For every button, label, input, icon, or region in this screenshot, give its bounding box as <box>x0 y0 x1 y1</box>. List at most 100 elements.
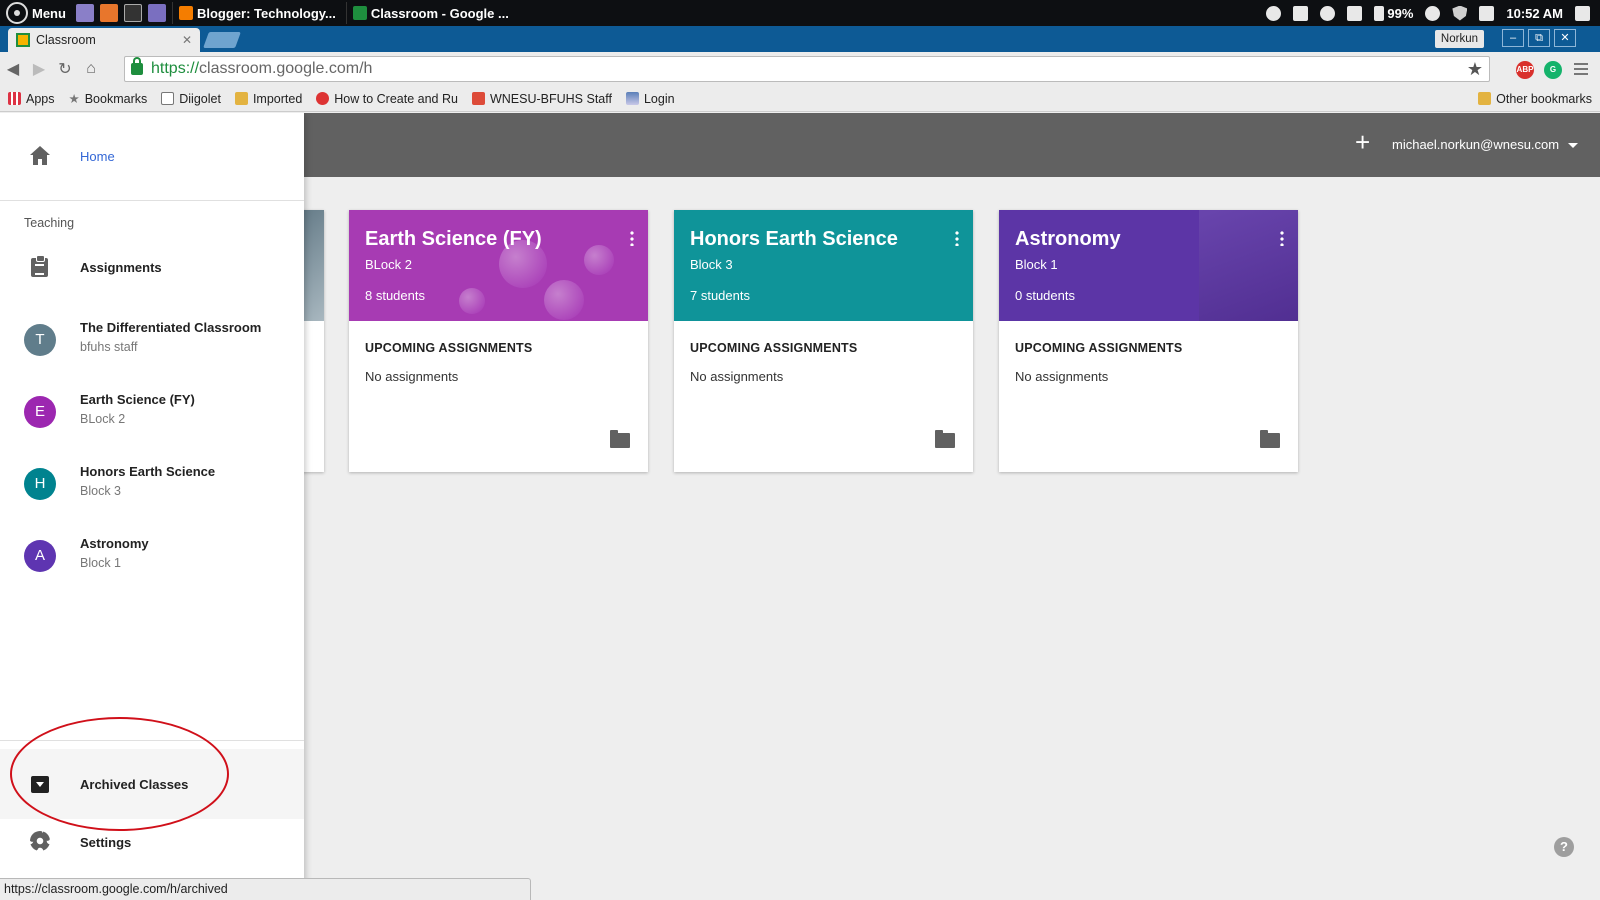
assignments-clipboard-icon <box>31 255 48 277</box>
bookmark-star-icon[interactable]: ★ <box>1467 59 1483 80</box>
card-body: UPCOMING ASSIGNMENTS No assignments <box>349 321 648 404</box>
browser-tab-strip: Classroom ✕ Norkun – ⧉ ✕ <box>0 26 1600 52</box>
gear-icon <box>30 831 50 851</box>
bookmark-how-to-create[interactable]: How to Create and Ru <box>316 92 458 106</box>
new-tab-button[interactable] <box>203 32 241 48</box>
card-student-count: 8 students <box>365 288 425 303</box>
upcoming-assignments-heading: UPCOMING ASSIGNMENTS <box>1015 341 1183 355</box>
drawer-class-astronomy[interactable]: A Astronomy Block 1 <box>0 536 304 600</box>
other-bookmarks-folder-icon <box>1478 92 1492 105</box>
classroom-favicon-icon <box>352 6 367 20</box>
red-circle-icon <box>316 92 330 105</box>
clipboard-icon[interactable] <box>1293 5 1309 21</box>
adblock-extension-icon[interactable]: ABP <box>1516 61 1534 79</box>
bookmark-apps[interactable]: Apps <box>8 92 55 106</box>
task-blogger[interactable]: Blogger: Technology... <box>171 2 342 24</box>
class-drive-folder-icon[interactable] <box>935 430 955 448</box>
class-drive-folder-icon[interactable] <box>1260 430 1280 448</box>
card-title[interactable]: Earth Science (FY) <box>365 228 632 251</box>
class-avatar: A <box>24 540 56 572</box>
restore-button[interactable]: ⧉ <box>1528 29 1550 47</box>
card-more-options-icon[interactable] <box>955 230 959 246</box>
tab-close-icon[interactable]: ✕ <box>182 33 192 47</box>
bookmark-bookmarks[interactable]: ★ Bookmarks <box>68 91 148 107</box>
bubble-decoration <box>459 288 485 314</box>
upcoming-assignments-heading: UPCOMING ASSIGNMENTS <box>365 341 533 355</box>
class-card-astronomy[interactable]: Astronomy Block 1 0 students UPCOMING AS… <box>999 210 1298 472</box>
class-section: Block 1 <box>80 556 121 570</box>
system-tray: 99% 10:52 AM <box>1266 5 1600 21</box>
chrome-menu-icon[interactable] <box>1574 63 1588 75</box>
class-name: The Differentiated Classroom <box>80 320 262 335</box>
battery-indicator[interactable]: 99% <box>1374 5 1413 21</box>
card-section: BLock 2 <box>365 257 412 272</box>
home-button-icon[interactable]: ⌂ <box>78 60 104 78</box>
drawer-item-label: Settings <box>80 835 132 850</box>
shield-icon[interactable] <box>1452 5 1468 21</box>
no-assignments-text: No assignments <box>365 369 459 384</box>
notification-bell-icon[interactable] <box>1425 5 1441 21</box>
card-title[interactable]: Astronomy <box>1015 228 1282 251</box>
class-card-earth-science[interactable]: Earth Science (FY) BLock 2 8 students UP… <box>349 210 648 472</box>
show-desktop-icon[interactable] <box>1575 5 1590 21</box>
drawer-class-differentiated-classroom[interactable]: T The Differentiated Classroom bfuhs sta… <box>0 320 304 384</box>
menu-logo-icon[interactable] <box>6 2 28 24</box>
volume-icon[interactable] <box>1347 5 1363 21</box>
user-icon[interactable] <box>1266 5 1282 21</box>
reload-icon[interactable]: ↻ <box>52 59 78 79</box>
drawer-item-label: Home <box>80 149 115 164</box>
class-avatar: E <box>24 396 56 428</box>
lock-icon <box>131 57 143 75</box>
teaching-section-heading: Teaching <box>24 216 75 230</box>
card-more-options-icon[interactable] <box>630 230 634 246</box>
document-icon <box>161 92 175 105</box>
account-dropdown-caret-icon[interactable] <box>1568 143 1578 148</box>
help-icon[interactable]: ? <box>1554 837 1574 857</box>
clock[interactable]: 10:52 AM <box>1506 6 1563 21</box>
drawer-class-honors-earth-science[interactable]: H Honors Earth Science Block 3 <box>0 464 304 528</box>
card-banner[interactable]: Honors Earth Science Block 3 7 students <box>674 210 973 321</box>
battery-icon <box>1374 5 1385 21</box>
card-banner[interactable]: Earth Science (FY) BLock 2 8 students <box>349 210 648 321</box>
card-title[interactable]: Honors Earth Science <box>690 228 957 251</box>
firefox-launcher-icon[interactable] <box>99 4 118 22</box>
back-arrow-icon[interactable]: ◀ <box>0 59 26 79</box>
classroom-tab-favicon-icon <box>16 33 30 47</box>
address-bar[interactable]: https:// classroom.google.com/h ★ <box>124 56 1490 82</box>
tab-classroom[interactable]: Classroom ✕ <box>8 28 200 52</box>
class-card-honors-earth-science[interactable]: Honors Earth Science Block 3 7 students … <box>674 210 973 472</box>
grammarly-extension-icon[interactable]: G <box>1544 61 1562 79</box>
bubble-decoration <box>544 280 584 320</box>
wifi-icon[interactable] <box>1320 5 1336 21</box>
files-launcher-icon[interactable] <box>147 4 166 22</box>
drawer-class-earth-science[interactable]: E Earth Science (FY) BLock 2 <box>0 392 304 456</box>
bookmark-diigolet[interactable]: Diigolet <box>161 92 221 106</box>
classroom-page: + michael.norkun@wnesu.com Earth Science… <box>0 113 1600 900</box>
forward-arrow-icon[interactable]: ▶ <box>26 59 52 79</box>
profile-button[interactable]: Norkun <box>1434 30 1484 48</box>
card-more-options-icon[interactable] <box>1280 230 1284 246</box>
home-icon <box>30 146 50 166</box>
card-banner[interactable]: Astronomy Block 1 0 students <box>999 210 1298 321</box>
star-icon: ★ <box>68 92 80 106</box>
os-taskbar: Menu Blogger: Technology... Classroom - … <box>0 0 1600 26</box>
console-launcher-icon[interactable] <box>123 4 142 22</box>
card-body: UPCOMING ASSIGNMENTS No assignments <box>999 321 1298 404</box>
menu-button[interactable]: Menu <box>32 6 66 21</box>
keyboard-icon[interactable] <box>1479 5 1495 21</box>
bookmark-login[interactable]: Login <box>625 92 675 106</box>
terminal-launcher-icon[interactable] <box>75 4 94 22</box>
bookmark-imported[interactable]: Imported <box>234 92 302 106</box>
bookmark-wnesu-staff[interactable]: WNESU-BFUHS Staff <box>471 92 612 106</box>
no-assignments-text: No assignments <box>690 369 784 384</box>
bookmark-other[interactable]: Other bookmarks <box>1478 92 1592 106</box>
apps-grid-icon <box>8 92 21 105</box>
close-window-button[interactable]: ✕ <box>1554 29 1576 47</box>
card-section: Block 1 <box>1015 257 1058 272</box>
class-drive-folder-icon[interactable] <box>610 430 630 448</box>
minimize-button[interactable]: – <box>1502 29 1524 47</box>
task-classroom[interactable]: Classroom - Google ... <box>345 2 515 24</box>
add-class-plus-icon[interactable]: + <box>1355 127 1370 158</box>
drawer-item-home[interactable]: Home <box>0 113 304 201</box>
account-menu[interactable]: michael.norkun@wnesu.com <box>1392 137 1559 152</box>
